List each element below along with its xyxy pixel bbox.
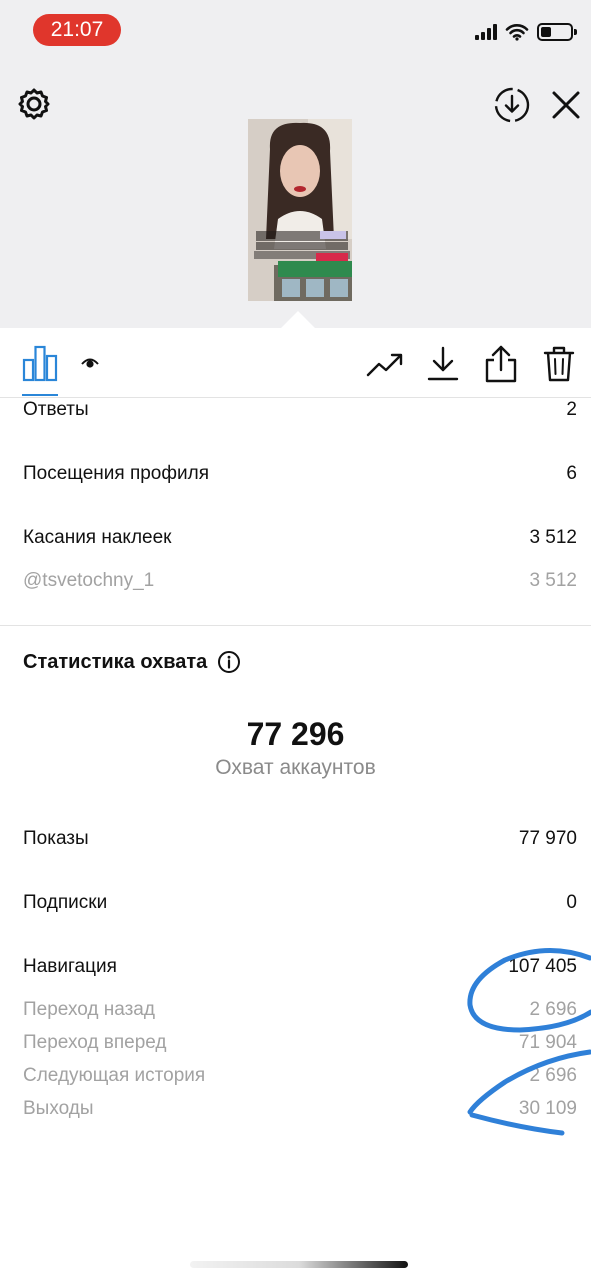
stat-value: 2 bbox=[566, 399, 577, 420]
promote-trend-icon[interactable] bbox=[365, 344, 405, 384]
stat-label: Переход назад bbox=[23, 999, 155, 1020]
download-icon[interactable] bbox=[423, 344, 463, 384]
stat-label: Показы bbox=[23, 828, 89, 849]
wifi-icon bbox=[505, 24, 529, 41]
stat-label: Касания наклеек bbox=[23, 527, 172, 548]
nav-row-next-story: Следующая история 2 696 bbox=[23, 1065, 577, 1087]
stat-value: 71 904 bbox=[518, 1032, 577, 1053]
info-icon[interactable] bbox=[217, 650, 241, 674]
share-icon[interactable] bbox=[481, 344, 521, 384]
stat-value: 6 bbox=[566, 463, 577, 484]
save-download-icon[interactable] bbox=[492, 85, 532, 125]
stat-label: Подписки bbox=[23, 892, 108, 913]
stat-value: 107 405 bbox=[508, 956, 577, 977]
story-toolbar bbox=[0, 328, 591, 398]
settings-gear-icon[interactable] bbox=[16, 86, 52, 122]
reach-row-navigation: Навигация 107 405 bbox=[23, 956, 577, 978]
trash-icon[interactable] bbox=[539, 344, 579, 384]
status-time: 21:07 bbox=[33, 14, 121, 46]
stat-value: 3 512 bbox=[529, 570, 577, 591]
stat-label: Переход вперед bbox=[23, 1032, 167, 1053]
stat-label: Ответы bbox=[23, 399, 89, 420]
bar-chart-icon bbox=[22, 345, 58, 382]
reach-row-follows: Подписки 0 bbox=[23, 892, 577, 914]
cellular-signal-icon bbox=[475, 24, 497, 40]
stat-value: 77 970 bbox=[518, 828, 577, 849]
home-indicator[interactable] bbox=[190, 1261, 408, 1268]
story-thumbnail-image bbox=[248, 119, 352, 301]
tab-insights[interactable] bbox=[22, 344, 58, 382]
stat-value: 30 109 bbox=[518, 1098, 577, 1119]
stat-value: 2 696 bbox=[529, 999, 577, 1020]
stat-value: 2 696 bbox=[529, 1065, 577, 1086]
stat-label: @tsvetochny_1 bbox=[23, 570, 155, 591]
status-icons bbox=[475, 22, 577, 42]
stat-row-mention-sticker: @tsvetochny_1 3 512 bbox=[23, 570, 577, 592]
active-tab-indicator bbox=[22, 394, 58, 396]
accounts-reached-number: 77 296 bbox=[246, 716, 345, 752]
stat-label: Посещения профиля bbox=[23, 463, 209, 484]
stat-row-replies: Ответы 2 bbox=[23, 399, 577, 421]
section-divider bbox=[0, 625, 591, 626]
nav-row-back: Переход назад 2 696 bbox=[23, 999, 577, 1021]
stat-label: Следующая история bbox=[23, 1065, 206, 1086]
reach-section-title: Статистика охвата bbox=[23, 650, 208, 673]
stat-label: Выходы bbox=[23, 1098, 94, 1119]
reach-row-impressions: Показы 77 970 bbox=[23, 828, 577, 850]
story-thumbnail[interactable] bbox=[248, 119, 352, 301]
accounts-reached-label: Охват аккаунтов bbox=[215, 756, 376, 779]
close-icon[interactable] bbox=[546, 85, 586, 125]
stat-row-sticker-taps: Касания наклеек 3 512 bbox=[23, 527, 577, 549]
tab-viewers[interactable] bbox=[79, 352, 101, 374]
stat-row-profile-visits: Посещения профиля 6 bbox=[23, 463, 577, 485]
battery-icon bbox=[537, 23, 577, 41]
eye-icon bbox=[81, 358, 99, 368]
nav-row-forward: Переход вперед 71 904 bbox=[23, 1032, 577, 1054]
nav-row-exits: Выходы 30 109 bbox=[23, 1098, 577, 1120]
reach-section-header: Статистика охвата bbox=[23, 650, 241, 674]
stat-value: 3 512 bbox=[529, 527, 577, 548]
stat-label: Навигация bbox=[23, 956, 117, 977]
stat-value: 0 bbox=[566, 892, 577, 913]
